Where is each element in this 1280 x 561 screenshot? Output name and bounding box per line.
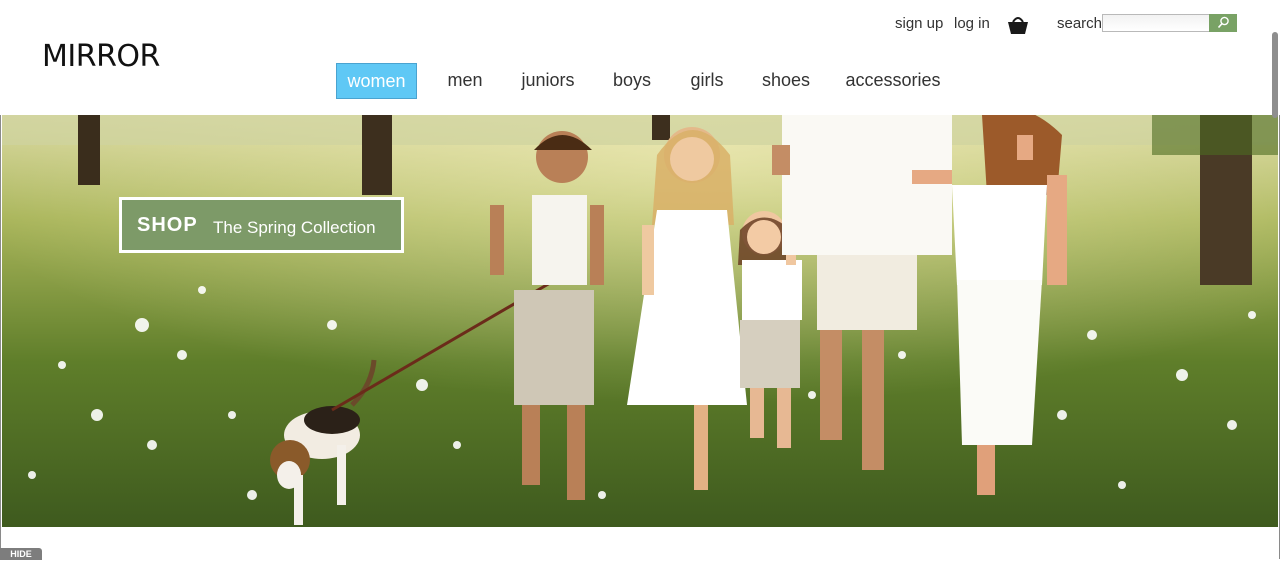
nav-item-juniors[interactable]: juniors — [514, 63, 582, 97]
nav-item-shoes[interactable]: shoes — [756, 63, 816, 97]
nav-item-boys[interactable]: boys — [606, 63, 658, 97]
search-label: search — [1057, 15, 1103, 32]
scrollbar[interactable] — [1269, 0, 1280, 560]
magnifier-icon — [1217, 16, 1229, 29]
shop-spring-collection-button[interactable]: SHOP The Spring Collection — [119, 197, 404, 253]
spring-collection-label: The Spring Collection — [213, 218, 376, 237]
utility-bar: sign up log in search — [0, 14, 1280, 36]
nav-item-women[interactable]: women — [336, 63, 417, 99]
shopping-basket-icon[interactable] — [1006, 14, 1030, 36]
shop-label: SHOP — [137, 214, 198, 236]
nav-item-accessories[interactable]: accessories — [842, 63, 944, 97]
hero-image — [2, 115, 1278, 527]
search-input[interactable] — [1102, 14, 1210, 32]
log-in-link[interactable]: log in — [954, 15, 990, 33]
sign-up-link[interactable]: sign up — [895, 15, 943, 33]
nav-item-men[interactable]: men — [440, 63, 490, 97]
scrollbar-thumb[interactable] — [1272, 32, 1278, 118]
site-header: MIRROR sign up log in search women men j… — [0, 0, 1280, 115]
hero-banner[interactable]: SHOP The Spring Collection — [2, 115, 1278, 527]
nav-item-girls[interactable]: girls — [684, 63, 730, 97]
hide-tab[interactable]: HIDE — [0, 548, 42, 560]
main-nav: women men juniors boys girls shoes acces… — [0, 63, 1280, 99]
search-button[interactable] — [1209, 14, 1237, 32]
